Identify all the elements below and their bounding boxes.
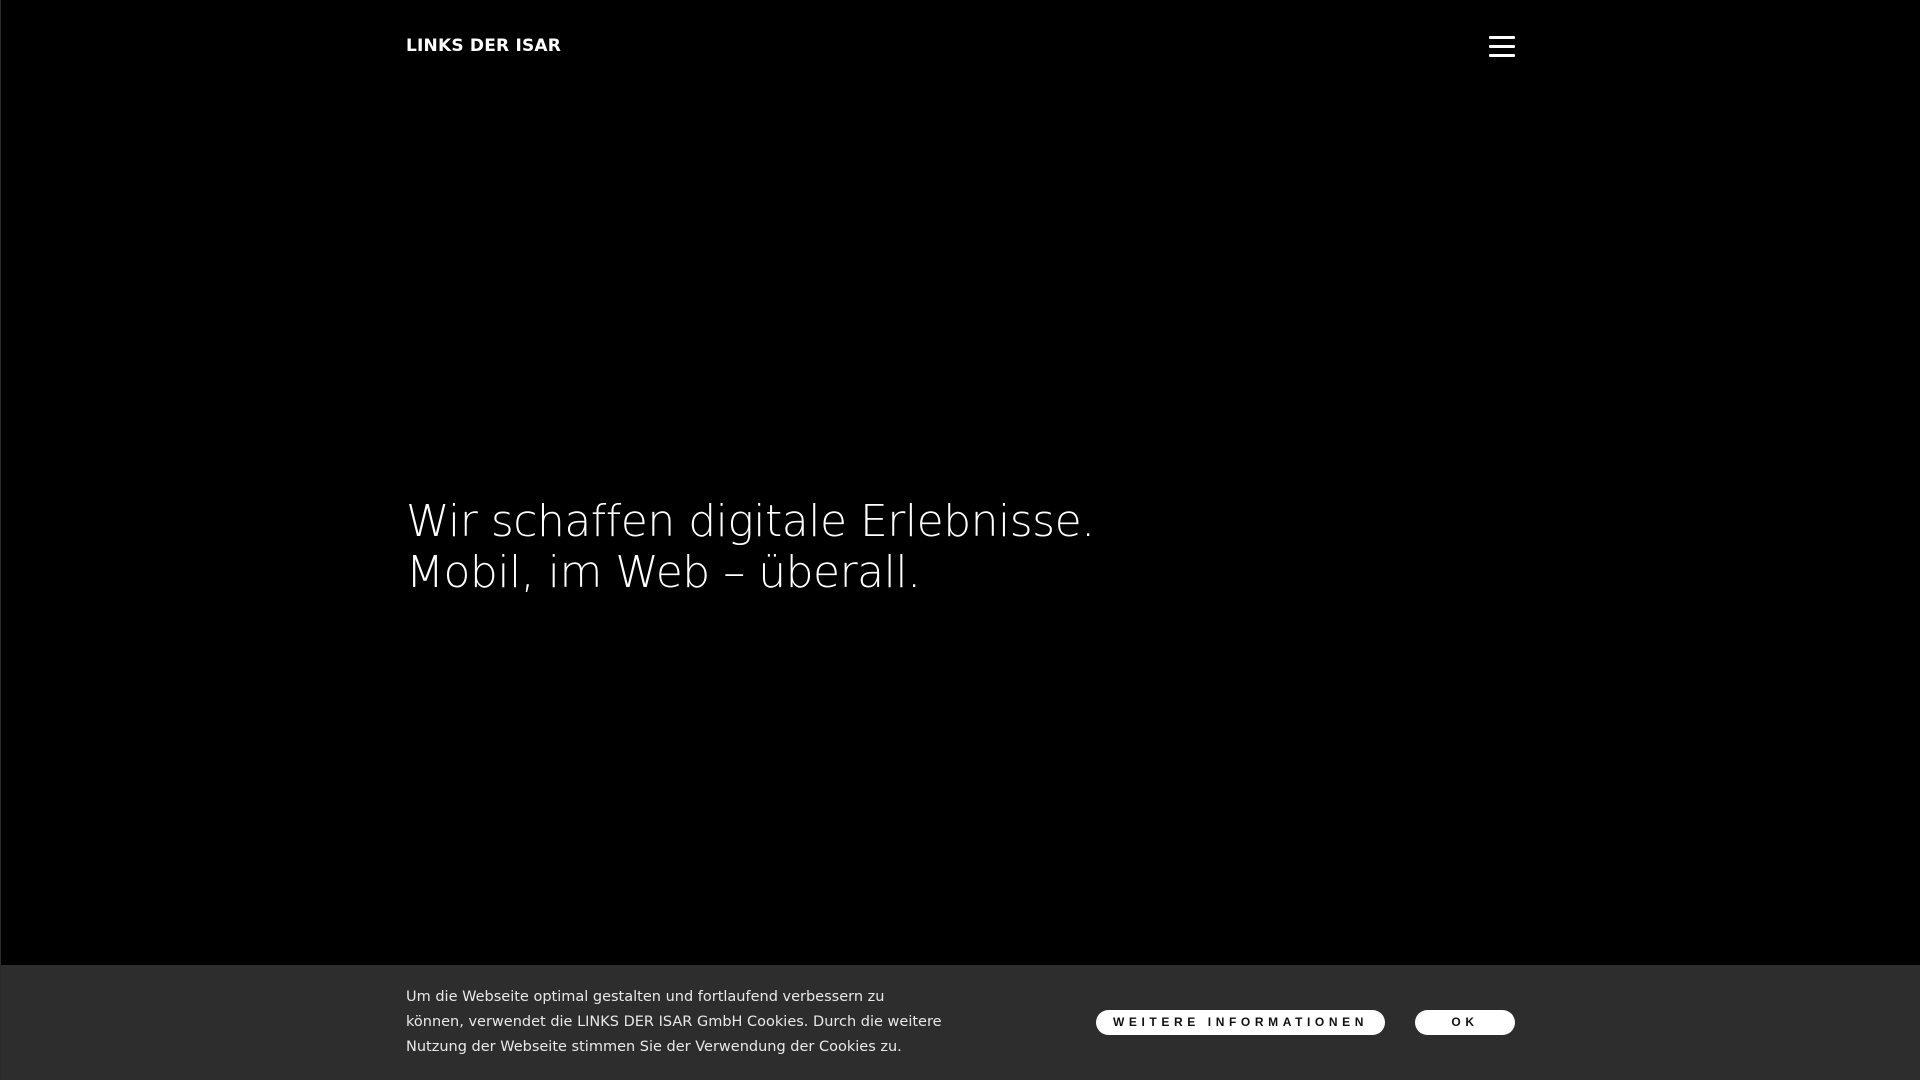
hero-heading: Wir schaffen digitale Erlebnisse. Mobil,… [406, 496, 1306, 598]
menu-bar-bottom [1489, 54, 1515, 57]
hero-line-2: Mobil, im Web – überall. [406, 547, 921, 598]
menu-bar-top [1489, 36, 1515, 39]
site-logo[interactable]: LINKS DER ISAR [406, 34, 561, 58]
hero-line-1: Wir schaffen digitale Erlebnisse. [406, 496, 1095, 547]
cookie-ok-button[interactable]: OK [1415, 1010, 1515, 1035]
hamburger-menu-icon[interactable] [1487, 34, 1517, 60]
menu-bar-middle [1489, 45, 1515, 48]
cookie-notice-text: Um die Webseite optimal gestalten und fo… [406, 989, 942, 1055]
cookie-banner: Um die Webseite optimal gestalten und fo… [1, 965, 1920, 1080]
page: LINKS DER ISAR Wir schaffen digitale Erl… [0, 0, 1920, 1080]
more-info-button[interactable]: WEITERE INFORMATIONEN [1096, 1010, 1385, 1035]
